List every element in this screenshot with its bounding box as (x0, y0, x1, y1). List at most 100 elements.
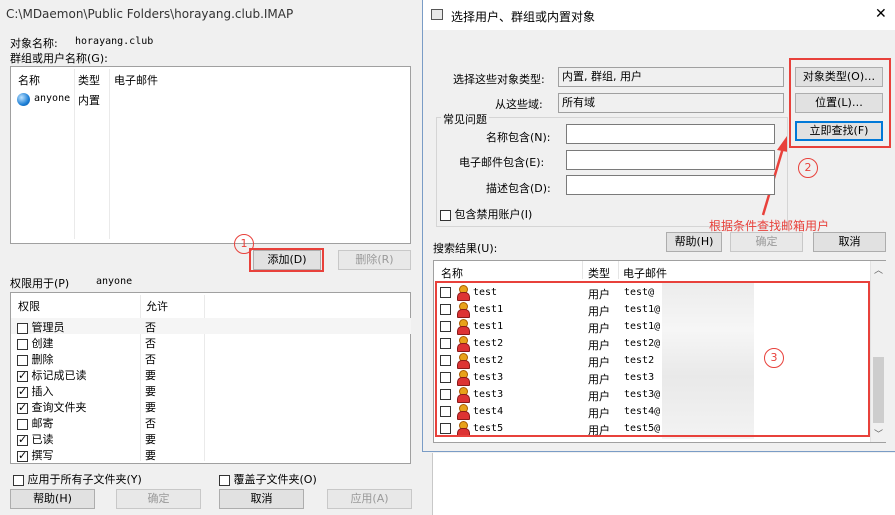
perm-name: 创建 (17, 335, 54, 351)
include-disabled-label: 包含禁用账户(I) (454, 208, 533, 221)
results-label: 搜索结果(U): (433, 242, 498, 255)
group-label: 群组或用户名称(G): (10, 52, 108, 65)
res-col-name[interactable]: 名称 (441, 265, 463, 281)
left-permissions-window: C:\MDaemon\Public Folders\horayang.club.… (0, 0, 422, 515)
perm-label: 管理员 (31, 321, 65, 334)
domain-label: 从这些域: (495, 98, 543, 111)
col-name[interactable]: 名称 (18, 72, 40, 88)
col-email[interactable]: 电子邮件 (114, 72, 158, 88)
apply-subfolders-label: 应用于所有子文件夹(Y) (27, 473, 142, 486)
common-queries-title: 常见问题 (441, 111, 489, 127)
dialog-help-button[interactable]: 帮助(H) (666, 232, 722, 252)
perm-name: 已读 (17, 431, 54, 447)
entry-type: 内置 (78, 94, 100, 107)
perm-allow: 要 (145, 433, 156, 446)
results-scrollbar[interactable]: ︿ ﹀ (870, 261, 886, 442)
callout-1: 1 (234, 234, 254, 254)
col-type[interactable]: 类型 (78, 72, 100, 88)
perm-row[interactable]: 查询文件夹 要 (11, 398, 411, 414)
perm-col-allow[interactable]: 允许 (146, 298, 168, 314)
perm-checkbox[interactable] (17, 433, 28, 446)
globe-icon (17, 93, 30, 106)
email-contains-label: 电子邮件包含(E): (459, 156, 545, 169)
obj-type-label: 选择这些对象类型: (453, 73, 545, 86)
dialog-title: 选择用户、群组或内置对象 (451, 10, 596, 24)
left-title: C:\MDaemon\Public Folders\horayang.club.… (6, 7, 294, 21)
object-name-value: horayang.club (75, 36, 154, 47)
highlight-results (435, 281, 870, 437)
perm-label: 插入 (31, 385, 54, 398)
desc-contains-label: 描述包含(D): (486, 182, 551, 195)
cancel-button[interactable]: 取消 (219, 489, 304, 509)
remove-button[interactable]: 删除(R) (338, 250, 411, 270)
perm-checkbox[interactable] (17, 401, 28, 414)
list-item[interactable]: anyone 内置 (17, 92, 217, 108)
perm-row[interactable]: 删除 否 (11, 350, 411, 366)
perm-allow: 否 (145, 321, 156, 334)
highlight-buttons (789, 58, 891, 148)
perm-label: 已读 (31, 433, 54, 446)
perm-checkbox[interactable] (17, 322, 28, 334)
perm-allow: 否 (145, 337, 156, 350)
perm-name: 删除 (17, 351, 54, 367)
perm-checkbox[interactable] (17, 449, 28, 462)
dialog-cancel-button[interactable]: 取消 (813, 232, 886, 252)
col-divider (618, 261, 619, 279)
perm-allow: 要 (145, 385, 156, 398)
obj-type-value: 内置, 群组, 用户 (558, 67, 784, 87)
perm-for-label: 权限用于(P) (10, 277, 70, 290)
perm-label: 邮寄 (31, 417, 54, 430)
perm-label: 撰写 (31, 449, 54, 462)
perm-checkbox[interactable] (17, 354, 28, 366)
scroll-up-icon[interactable]: ︿ (874, 263, 883, 276)
permissions-list[interactable]: 权限 允许 管理员否 创建否 删除否 标记成已读要 插入要 查询文件夹要 邮寄否… (10, 292, 411, 464)
perm-checkbox[interactable] (17, 338, 28, 350)
perm-name: 撰写 (17, 447, 54, 463)
perm-label: 标记成已读 (31, 369, 87, 382)
perm-checkbox[interactable] (17, 369, 28, 382)
col-divider (582, 261, 583, 279)
perm-row[interactable]: 撰写 要 (11, 446, 411, 462)
perm-name: 标记成已读 (17, 367, 87, 383)
name-contains-label: 名称包含(N): (486, 131, 551, 144)
close-icon[interactable]: ✕ (875, 6, 887, 22)
scroll-down-icon[interactable]: ﹀ (874, 427, 883, 440)
res-col-email[interactable]: 电子邮件 (623, 265, 667, 281)
override-subfolders-checkbox[interactable]: 覆盖子文件夹(O) (219, 471, 317, 487)
perm-row[interactable]: 创建 否 (11, 334, 411, 350)
entry-name: anyone (34, 93, 71, 104)
help-button[interactable]: 帮助(H) (10, 489, 95, 509)
perm-row[interactable]: 管理员 否 (11, 318, 411, 334)
apply-button[interactable]: 应用(A) (327, 489, 412, 509)
desc-contains-input[interactable] (566, 175, 775, 195)
background-window (432, 453, 895, 515)
dialog-app-icon (431, 9, 443, 20)
perm-checkbox[interactable] (17, 418, 28, 430)
highlight-add (249, 248, 324, 272)
scroll-thumb[interactable] (873, 357, 884, 423)
perm-allow: 否 (145, 417, 156, 430)
perm-row[interactable]: 邮寄 否 (11, 414, 411, 430)
apply-subfolders-checkbox[interactable]: 应用于所有子文件夹(Y) (13, 471, 142, 487)
perm-checkbox[interactable] (17, 385, 28, 398)
perm-row[interactable]: 已读 要 (11, 430, 411, 446)
perm-row[interactable]: 标记成已读 要 (11, 366, 411, 382)
perm-allow: 要 (145, 401, 156, 414)
perm-allow: 否 (145, 353, 156, 366)
group-list[interactable]: 名称 类型 电子邮件 anyone 内置 (10, 66, 411, 244)
perm-label: 创建 (31, 337, 54, 350)
res-col-type[interactable]: 类型 (588, 265, 610, 281)
perm-name: 插入 (17, 383, 54, 399)
perm-col-name[interactable]: 权限 (18, 298, 40, 314)
name-contains-input[interactable] (566, 124, 775, 144)
include-disabled-checkbox[interactable]: 包含禁用账户(I) (440, 206, 532, 222)
perm-row[interactable]: 插入 要 (11, 382, 411, 398)
dialog-ok-button[interactable]: 确定 (730, 232, 803, 252)
perm-name: 查询文件夹 (17, 399, 87, 415)
email-contains-input[interactable] (566, 150, 775, 170)
perm-for-value: anyone (96, 276, 133, 287)
dialog-titlebar: 选择用户、群组或内置对象 ✕ (423, 0, 895, 30)
domain-value: 所有域 (558, 93, 784, 113)
object-name-label: 对象名称: (10, 37, 58, 50)
ok-button[interactable]: 确定 (116, 489, 201, 509)
